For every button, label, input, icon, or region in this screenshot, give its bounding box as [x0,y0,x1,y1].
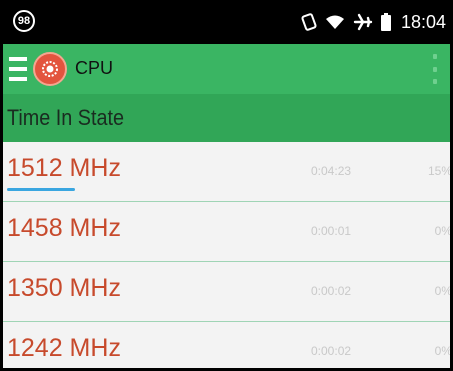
usage-percent: 0% [434,224,452,238]
time-in-state: 0:00:02 [311,284,352,298]
list-item[interactable]: 1458 MHz 0:00:01 0% [3,202,452,262]
app-bar: CPU [3,44,450,94]
time-in-state: 0:04:23 [311,164,352,178]
section-title: Time In State [7,105,125,130]
battery-icon [380,13,391,31]
status-bar: 98 18:04 [3,0,450,44]
list-item[interactable]: 1350 MHz 0:00:02 0% [3,262,452,322]
hamburger-menu-icon[interactable] [9,57,27,81]
clock: 18:04 [400,11,446,32]
frequency-label: 1512 MHz [7,154,121,182]
frequency-label: 1350 MHz [7,274,121,302]
frequency-label: 1458 MHz [7,214,121,242]
usage-percent: 0% [434,284,452,298]
list-item[interactable]: 1242 MHz 0:00:02 0% [3,322,452,368]
app-title: CPU [75,58,114,78]
notification-count-badge: 98 [13,10,35,32]
phone-screen: 98 18:04 CPU Time In State 1512 MHz 0:04… [0,0,453,371]
section-header: Time In State [3,94,450,142]
usage-percent: 0% [434,344,452,358]
airplane-icon [353,13,373,31]
time-in-state: 0:00:01 [311,224,352,238]
cpu-logo-icon [33,52,67,86]
status-icons: 18:04 [301,9,446,35]
list-item[interactable]: 1512 MHz 0:04:23 15% [3,142,452,202]
frequency-label: 1242 MHz [7,334,121,362]
usage-percent: 15% [427,164,452,178]
wifi-icon [325,15,344,29]
overflow-menu-icon[interactable] [432,54,438,84]
time-in-state: 0:00:02 [311,344,352,358]
usage-progress-bar [7,188,75,191]
rotate-icon [301,13,317,31]
